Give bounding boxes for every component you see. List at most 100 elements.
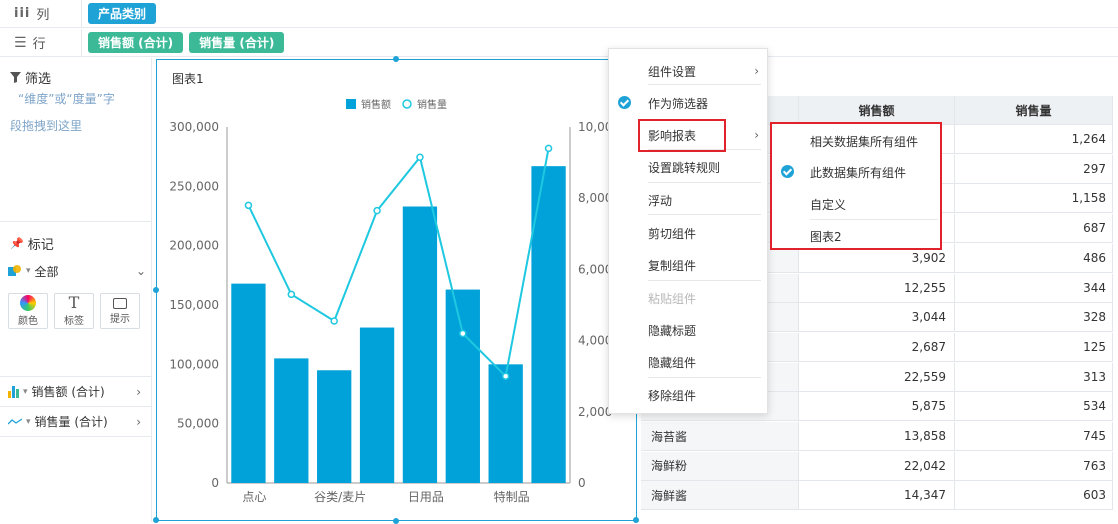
table-cell: 687 bbox=[955, 214, 1113, 243]
menu-item[interactable]: 影响报表 › bbox=[609, 119, 769, 151]
menu-item[interactable]: 隐藏标题 bbox=[609, 314, 769, 346]
legend-label: 销售额 bbox=[361, 98, 391, 111]
chevron-right-icon: › bbox=[754, 64, 759, 78]
table-cell: 1,158 bbox=[955, 184, 1113, 213]
text-icon: T bbox=[68, 293, 80, 312]
columns-shelf[interactable]: iii 列 产品类别 bbox=[0, 0, 1118, 28]
table-cell: 海鲜粉 bbox=[641, 451, 799, 480]
line-point bbox=[330, 317, 338, 325]
chevron-right-icon: › bbox=[136, 414, 141, 429]
table-row[interactable]: 海苔酱 13,858 745 bbox=[641, 422, 1113, 451]
table-row[interactable]: 海鲜酱 14,347 603 bbox=[641, 481, 1113, 510]
line-point bbox=[287, 290, 296, 299]
rows-shelf[interactable]: ☰ 行 销售额 (合计) 销售量 (合计) bbox=[0, 29, 1118, 57]
menu-item[interactable]: 设置跳转规则 bbox=[609, 151, 769, 183]
filter-title: 筛选 bbox=[10, 68, 51, 87]
line-series bbox=[247, 148, 550, 379]
x-tick-label: 特制品 bbox=[494, 489, 530, 504]
menu-item[interactable]: 隐藏组件 bbox=[609, 346, 769, 378]
table-cell: 603 bbox=[955, 481, 1113, 510]
line-point bbox=[373, 206, 381, 215]
pill-sales-volume[interactable]: 销售量 (合计) bbox=[189, 32, 285, 53]
table-cell: 22,559 bbox=[799, 362, 955, 391]
legend-swatch-line bbox=[402, 99, 412, 109]
speech-bubble-icon bbox=[113, 297, 127, 309]
chevron-down-icon: ⌄ bbox=[135, 264, 146, 278]
submenu-item[interactable]: 此数据集所有组件 bbox=[772, 156, 940, 188]
palette-icon bbox=[20, 295, 36, 311]
resize-handle-corner[interactable] bbox=[633, 517, 639, 523]
pill-sales-amount[interactable]: 销售额 (合计) bbox=[88, 32, 184, 53]
table-cell: 13,858 bbox=[799, 422, 955, 450]
table-row[interactable]: 海鲜粉 22,042 763 bbox=[641, 451, 1113, 481]
resize-handle-bottom[interactable] bbox=[393, 518, 399, 524]
line-point bbox=[459, 329, 467, 338]
pill-product-category[interactable]: 产品类别 bbox=[88, 3, 157, 24]
chevron-right-icon: › bbox=[754, 128, 759, 142]
x-tick-label: 日用品 bbox=[408, 490, 444, 504]
marks-type-select[interactable]: ▾ 全部 ⌄ bbox=[8, 262, 146, 280]
x-tick-label: 谷类/麦片 bbox=[314, 490, 366, 504]
menu-item[interactable]: 移除组件 bbox=[609, 379, 769, 411]
y-left-tick-label: 0 bbox=[211, 476, 219, 490]
menu-item[interactable]: 复制组件 bbox=[609, 249, 769, 281]
y-left-tick-label: 150,000 bbox=[169, 298, 219, 312]
tooltip-button[interactable]: 提示 bbox=[100, 293, 140, 329]
table-cell: 12,255 bbox=[799, 273, 955, 302]
y-left-tick-label: 50,000 bbox=[177, 417, 219, 431]
table-cell: 297 bbox=[955, 154, 1113, 183]
table-cell: 534 bbox=[955, 392, 1113, 421]
y-left-tick-label: 200,000 bbox=[169, 239, 219, 253]
table-cell: 2,687 bbox=[799, 332, 955, 361]
sidebar: 筛选 “维度”或“度量”字 段拖拽到这里 📌 标记 ▾ 全部 ⌄ 颜色 T 标签… bbox=[0, 58, 152, 522]
chart-component[interactable]: 图表1 0 50,000 100,000 150,000 200,000 250,000 3… bbox=[156, 59, 637, 521]
menu-item[interactable]: 组件设置 › bbox=[609, 55, 769, 87]
x-tick-label: 点心 bbox=[242, 490, 266, 504]
resize-handle-top[interactable] bbox=[393, 56, 399, 62]
submenu-item[interactable]: 相关数据集所有组件 bbox=[772, 125, 940, 157]
chevron-right-icon: › bbox=[136, 384, 141, 399]
line-point bbox=[501, 372, 510, 380]
menu-item[interactable]: 浮动 bbox=[609, 184, 769, 216]
checkmark-icon bbox=[781, 165, 794, 178]
bar bbox=[231, 283, 266, 483]
affect-report-submenu: 相关数据集所有组件 此数据集所有组件 自定义 图表2 bbox=[770, 122, 942, 250]
table-cell: 1,264 bbox=[955, 125, 1113, 153]
list-icon: ☰ bbox=[14, 34, 27, 51]
measure-sales-amount[interactable]: ▾ 销售额 (合计) › bbox=[0, 376, 151, 406]
resize-handle-left[interactable] bbox=[153, 287, 159, 293]
rows-shelf-label: ☰ 行 bbox=[0, 29, 82, 56]
color-button[interactable]: 颜色 bbox=[8, 293, 48, 329]
table-cell: 22,042 bbox=[799, 451, 955, 480]
bar bbox=[488, 364, 523, 483]
line-chart-icon bbox=[8, 417, 22, 424]
y-left-tick-label: 100,000 bbox=[169, 357, 219, 371]
bar bbox=[274, 358, 309, 483]
y-left-tick-label: 300,000 bbox=[169, 120, 219, 134]
table-cell: 344 bbox=[955, 273, 1113, 302]
table-cell: 5,875 bbox=[799, 392, 955, 421]
label-button[interactable]: T 标签 bbox=[54, 293, 94, 329]
table-cell: 125 bbox=[955, 332, 1113, 361]
table-cell: 486 bbox=[955, 243, 1113, 272]
combo-chart: 0 50,000 100,000 150,000 200,000 250,000 300,0… bbox=[169, 98, 620, 504]
menu-item[interactable]: 作为筛选器 bbox=[609, 87, 769, 119]
bar bbox=[402, 206, 438, 484]
line-point bbox=[544, 144, 553, 153]
menu-item[interactable]: 剪切组件 bbox=[609, 217, 769, 249]
columns-icon: iii bbox=[14, 6, 31, 21]
resize-handle-corner[interactable] bbox=[153, 517, 159, 523]
shapes-icon bbox=[8, 265, 22, 277]
marks-title: 📌 标记 bbox=[10, 237, 54, 253]
legend-swatch-bar bbox=[346, 99, 356, 109]
filter-icon bbox=[10, 72, 21, 83]
filter-drop-zone[interactable]: “维度”或“度量”字 段拖拽到这里 bbox=[8, 86, 144, 140]
columns-shelf-label: iii 列 bbox=[0, 0, 82, 27]
bar bbox=[317, 370, 352, 483]
submenu-item[interactable]: 图表2 bbox=[772, 220, 940, 252]
y-right-tick-label: 0 bbox=[578, 476, 586, 490]
table-cell: 海苔酱 bbox=[641, 422, 799, 450]
measure-sales-volume[interactable]: ▾ 销售量 (合计) › bbox=[0, 406, 151, 436]
table-cell: 763 bbox=[955, 451, 1113, 480]
submenu-item[interactable]: 自定义 bbox=[772, 188, 940, 220]
